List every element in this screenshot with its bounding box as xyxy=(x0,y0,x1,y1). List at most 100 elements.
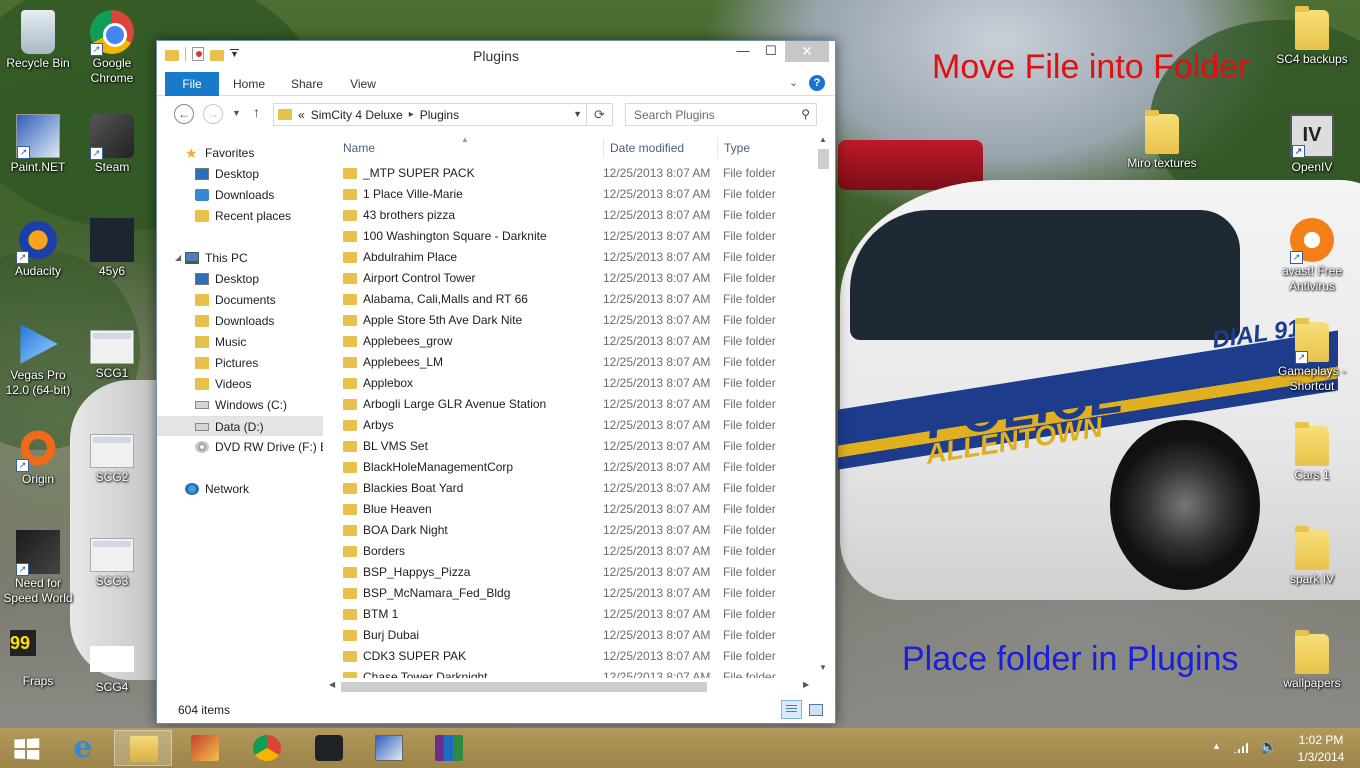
help-icon[interactable]: ? xyxy=(809,75,825,91)
nav-favorites-recent[interactable]: Recent places xyxy=(157,206,323,226)
file-row[interactable]: Applebox 12/25/2013 8:07 AM File folder xyxy=(325,373,815,394)
tab-view[interactable]: View xyxy=(337,72,389,96)
desktop-icon-scg3[interactable]: SCG3 xyxy=(74,530,150,589)
file-row[interactable]: BlackHoleManagementCorp 12/25/2013 8:07 A… xyxy=(325,457,815,478)
nav-pc-data-d[interactable]: Data (D:) xyxy=(157,416,323,436)
nav-favorites-desktop[interactable]: Desktop xyxy=(157,164,323,184)
file-row[interactable]: Apple Store 5th Ave Dark Nite 12/25/2013 … xyxy=(325,310,815,331)
scroll-thumb[interactable] xyxy=(341,682,707,692)
nav-pc-windows-c[interactable]: Windows (C:) xyxy=(157,395,323,415)
search-box[interactable]: ⚲ xyxy=(625,103,817,126)
desktop-icon-chrome[interactable]: ↗ Google Chrome xyxy=(74,10,150,86)
desktop-icon-scg1[interactable]: SCG1 xyxy=(74,322,150,381)
desktop-icon-miro-textures[interactable]: Miro textures xyxy=(1124,110,1200,171)
taskbar-steam[interactable] xyxy=(300,730,358,766)
file-row[interactable]: Airport Control Tower 12/25/2013 8:07 AM F… xyxy=(325,268,815,289)
desktop-icon-fraps[interactable]: 99 Fraps xyxy=(0,630,76,689)
explorer-window[interactable]: ▼ Plugins — ☐ ✕ File Home Share View ⌄ ?… xyxy=(156,40,836,724)
file-row[interactable]: BSP_McNamara_Fed_Bldg 12/25/2013 8:07 AM F… xyxy=(325,583,815,604)
tab-share[interactable]: Share xyxy=(281,72,333,96)
chevron-down-icon[interactable]: ▼ xyxy=(573,109,582,119)
nav-pc-documents[interactable]: Documents xyxy=(157,290,323,310)
address-bar[interactable]: « SimCity 4 Deluxe ▸ Plugins ▼ xyxy=(273,103,587,126)
taskbar-chrome[interactable] xyxy=(238,730,296,766)
search-icon[interactable]: ⚲ xyxy=(801,107,810,121)
file-row[interactable]: Borders 12/25/2013 8:07 AM File folder xyxy=(325,541,815,562)
volume-icon[interactable]: 🔈 xyxy=(1260,738,1277,755)
desktop-icon-spark-iv[interactable]: spark IV xyxy=(1274,526,1350,587)
nav-pc-dvd-f[interactable]: DVD RW Drive (F:) Ba xyxy=(157,437,323,457)
desktop-icon-recycle-bin[interactable]: Recycle Bin xyxy=(0,10,76,71)
column-header-type[interactable]: Type xyxy=(717,138,750,158)
desktop-icon-scg4[interactable]: SCG4 xyxy=(74,634,150,695)
taskbar-winrar[interactable] xyxy=(420,730,478,766)
file-row[interactable]: Burj Dubai 12/25/2013 8:07 AM File folder xyxy=(325,625,815,646)
desktop-icon-scg2[interactable]: SCG2 xyxy=(74,426,150,485)
nav-this-pc[interactable]: ◢ This PC xyxy=(157,248,323,268)
nav-network[interactable]: Network xyxy=(157,479,323,499)
desktop-icon-paintnet[interactable]: ↗ Paint.NET xyxy=(0,114,76,175)
large-icons-view-button[interactable] xyxy=(805,700,826,719)
desktop-icon-cars-1[interactable]: Cars 1 xyxy=(1274,422,1350,483)
desktop-icon-nfs[interactable]: ↗ Need for Speed World xyxy=(0,530,76,606)
forward-button[interactable]: → xyxy=(203,104,223,124)
nav-pc-downloads[interactable]: Downloads xyxy=(157,311,323,331)
refresh-button[interactable]: ⟳ xyxy=(587,103,613,126)
vertical-scrollbar[interactable]: ▲ ▼ xyxy=(815,133,832,678)
show-hidden-icons-icon[interactable]: ▲ xyxy=(1212,741,1221,751)
network-signal-icon[interactable] xyxy=(1234,741,1250,753)
taskbar-paint[interactable] xyxy=(176,730,234,766)
desktop-icon-sc4-backups[interactable]: SC4 backups xyxy=(1274,6,1350,67)
nav-pc-pictures[interactable]: Pictures xyxy=(157,353,323,373)
tab-home[interactable]: Home xyxy=(223,72,275,96)
desktop-icon-avast[interactable]: ↗ avast! Free Antivirus xyxy=(1274,218,1350,294)
scroll-left-icon[interactable]: ◀ xyxy=(329,680,335,689)
file-row[interactable]: Abdulrahim Place 12/25/2013 8:07 AM File f… xyxy=(325,247,815,268)
back-button[interactable]: ← xyxy=(174,104,194,124)
file-row[interactable]: Applebees_grow 12/25/2013 8:07 AM File fol… xyxy=(325,331,815,352)
desktop-icon-45y6[interactable]: 45y6 xyxy=(74,218,150,279)
file-row[interactable]: Alabama, Cali,Malls and RT 66 12/25/2013 … xyxy=(325,289,815,310)
nav-pc-desktop[interactable]: Desktop xyxy=(157,269,323,289)
column-header-name[interactable]: Name xyxy=(343,138,375,158)
chevron-right-icon[interactable]: ▸ xyxy=(409,109,414,120)
horizontal-scrollbar[interactable]: ◀ ▶ xyxy=(325,678,815,695)
file-row[interactable]: Arbys 12/25/2013 8:07 AM File folder xyxy=(325,415,815,436)
scroll-down-icon[interactable]: ▼ xyxy=(819,663,827,672)
desktop-icon-openiv[interactable]: IV ↗ OpenIV xyxy=(1274,114,1350,175)
file-row[interactable]: Blue Heaven 12/25/2013 8:07 AM File folder xyxy=(325,499,815,520)
file-row[interactable]: BL VMS Set 12/25/2013 8:07 AM File folder xyxy=(325,436,815,457)
up-button[interactable]: ↑ xyxy=(253,104,260,120)
start-button[interactable] xyxy=(0,728,52,768)
recent-locations-icon[interactable]: ▼ xyxy=(232,108,241,118)
file-row[interactable]: Blackies Boat Yard 12/25/2013 8:07 AM File… xyxy=(325,478,815,499)
desktop-icon-gameplays[interactable]: ↗ Gameplays - Shortcut xyxy=(1274,318,1350,394)
details-view-button[interactable] xyxy=(781,700,802,719)
file-row[interactable]: BTM 1 12/25/2013 8:07 AM File folder xyxy=(325,604,815,625)
taskbar-internet-explorer[interactable]: e xyxy=(54,730,112,766)
desktop-icon-steam[interactable]: ↗ Steam xyxy=(74,114,150,175)
scroll-up-icon[interactable]: ▲ xyxy=(819,135,827,144)
nav-favorites[interactable]: ★ Favorites xyxy=(157,143,323,163)
breadcrumb-simcity[interactable]: SimCity 4 Deluxe xyxy=(311,108,403,122)
file-row[interactable]: Arbogli Large GLR Avenue Station 12/25/20… xyxy=(325,394,815,415)
file-row[interactable]: 43 brothers pizza 12/25/2013 8:07 AM File … xyxy=(325,205,815,226)
title-bar[interactable]: ▼ Plugins — ☐ ✕ xyxy=(157,41,835,71)
desktop-icon-vegas[interactable]: Vegas Pro 12.0 (64-bit) xyxy=(0,322,76,398)
search-input[interactable] xyxy=(634,104,794,125)
file-row[interactable]: 100 Washington Square - Darknite 12/25/20… xyxy=(325,226,815,247)
taskbar-file-explorer[interactable] xyxy=(114,730,172,766)
chevron-down-icon[interactable]: ◢ xyxy=(175,248,181,268)
desktop-icon-audacity[interactable]: ↗ Audacity xyxy=(0,218,76,279)
breadcrumb-overflow[interactable]: « xyxy=(298,108,305,122)
scroll-right-icon[interactable]: ▶ xyxy=(803,680,809,689)
nav-pc-music[interactable]: Music xyxy=(157,332,323,352)
chevron-down-icon[interactable]: ⌄ xyxy=(789,76,798,89)
file-row[interactable]: BOA Dark Night 12/25/2013 8:07 AM File fol… xyxy=(325,520,815,541)
file-row[interactable]: 1 Place Ville-Marie 12/25/2013 8:07 AM Fil… xyxy=(325,184,815,205)
column-header-date[interactable]: Date modified xyxy=(603,138,684,158)
close-button[interactable]: ✕ xyxy=(785,41,829,62)
file-row[interactable]: CDK3 SUPER PAK 12/25/2013 8:07 AM File fol… xyxy=(325,646,815,667)
file-row[interactable]: Applebees_LM 12/25/2013 8:07 AM File folde… xyxy=(325,352,815,373)
desktop-icon-wallpapers[interactable]: wallpapers xyxy=(1274,630,1350,691)
